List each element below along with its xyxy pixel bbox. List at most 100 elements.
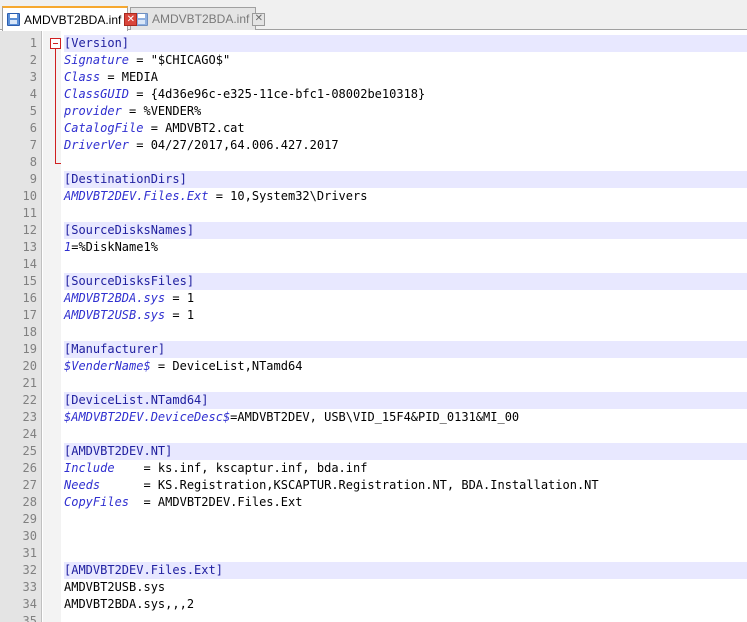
code-line[interactable]: 2 Signature = "$CHICAGO$" bbox=[0, 52, 747, 69]
line-text[interactable]: [SourceDisksFiles] bbox=[64, 273, 747, 290]
line-text[interactable]: [SourceDisksNames] bbox=[64, 222, 747, 239]
line-text[interactable] bbox=[64, 545, 747, 562]
line-text[interactable]: Needs = KS.Registration,KSCAPTUR.Registr… bbox=[64, 477, 747, 494]
code-line[interactable]: 34 AMDVBT2BDA.sys,,,2 bbox=[0, 596, 747, 613]
line-text[interactable] bbox=[64, 375, 747, 392]
code-line[interactable]: 16 AMDVBT2BDA.sys = 1 bbox=[0, 290, 747, 307]
line-text[interactable] bbox=[64, 256, 747, 273]
line-text[interactable]: Class = MEDIA bbox=[64, 69, 747, 86]
fold-line bbox=[50, 120, 62, 137]
line-text[interactable]: ClassGUID = {4d36e96c-e325-11ce-bfc1-080… bbox=[64, 86, 747, 103]
line-text[interactable]: [AMDVBT2DEV.Files.Ext] bbox=[64, 562, 747, 579]
line-text[interactable]: AMDVBT2BDA.sys,,,2 bbox=[64, 596, 747, 613]
code-line[interactable]: 27 Needs = KS.Registration,KSCAPTUR.Regis… bbox=[0, 477, 747, 494]
line-number: 12 bbox=[22, 223, 37, 237]
line-text[interactable]: CatalogFile = AMDVBT2.cat bbox=[64, 120, 747, 137]
entry-value: =%DiskName1% bbox=[71, 240, 158, 254]
tab-active-file[interactable]: AMDVBT2BDA.inf ✕ bbox=[2, 6, 138, 31]
line-text[interactable]: $AMDVBT2DEV.DeviceDesc$=AMDVBT2DEV, USB\… bbox=[64, 409, 747, 426]
line-text[interactable]: [DeviceList.NTamd64] bbox=[64, 392, 747, 409]
line-text[interactable] bbox=[64, 528, 747, 545]
entry-key: CatalogFile bbox=[64, 121, 144, 135]
code-line[interactable]: 9 [DestinationDirs] bbox=[0, 171, 747, 188]
line-number: 23 bbox=[22, 410, 37, 424]
line-text[interactable] bbox=[64, 511, 747, 528]
code-line[interactable]: 12 [SourceDisksNames] bbox=[0, 222, 747, 239]
code-line[interactable]: 3 Class = MEDIA bbox=[0, 69, 747, 86]
entry-value: = %VENDER% bbox=[121, 104, 202, 118]
code-line[interactable]: 35 bbox=[0, 613, 747, 622]
line-text[interactable] bbox=[64, 426, 747, 443]
line-number: 31 bbox=[22, 546, 37, 560]
line-text[interactable]: [Version] bbox=[64, 35, 747, 52]
line-text[interactable]: AMDVBT2DEV.Files.Ext = 10,System32\Drive… bbox=[64, 188, 747, 205]
section-header: [SourceDisksNames] bbox=[64, 223, 195, 237]
code-line[interactable]: 10 AMDVBT2DEV.Files.Ext = 10,System32\Dri… bbox=[0, 188, 747, 205]
code-line[interactable]: 33 AMDVBT2USB.sys bbox=[0, 579, 747, 596]
code-line[interactable]: 32 [AMDVBT2DEV.Files.Ext] bbox=[0, 562, 747, 579]
line-text[interactable]: [AMDVBT2DEV.NT] bbox=[64, 443, 747, 460]
line-text[interactable]: $VenderName$ = DeviceList,NTamd64 bbox=[64, 358, 747, 375]
code-line[interactable]: 7 DriverVer = 04/27/2017,64.006.427.2017 bbox=[0, 137, 747, 154]
code-line[interactable]: 5 provider = %VENDER% bbox=[0, 103, 747, 120]
entry-value: = DeviceList,NTamd64 bbox=[150, 359, 303, 373]
code-line[interactable]: 19 [Manufacturer] bbox=[0, 341, 747, 358]
code-line[interactable]: 18 bbox=[0, 324, 747, 341]
code-line[interactable]: 13 1=%DiskName1% bbox=[0, 239, 747, 256]
entry-value: = MEDIA bbox=[100, 70, 158, 84]
line-text[interactable]: Signature = "$CHICAGO$" bbox=[64, 52, 747, 69]
code-line[interactable]: 14 bbox=[0, 256, 747, 273]
code-line[interactable]: 20 $VenderName$ = DeviceList,NTamd64 bbox=[0, 358, 747, 375]
close-icon[interactable]: ✕ bbox=[252, 12, 266, 26]
code-line[interactable]: 21 bbox=[0, 375, 747, 392]
entry-key: CopyFiles bbox=[64, 495, 130, 509]
code-line[interactable]: 23 $AMDVBT2DEV.DeviceDesc$=AMDVBT2DEV, US… bbox=[0, 409, 747, 426]
line-text[interactable]: AMDVBT2USB.sys = 1 bbox=[64, 307, 747, 324]
code-line[interactable]: 4 ClassGUID = {4d36e96c-e325-11ce-bfc1-08… bbox=[0, 86, 747, 103]
entry-key: Class bbox=[64, 70, 101, 84]
line-text[interactable] bbox=[64, 324, 747, 341]
line-text[interactable] bbox=[64, 154, 747, 171]
line-number: 5 bbox=[29, 104, 37, 118]
line-text[interactable]: CopyFiles = AMDVBT2DEV.Files.Ext bbox=[64, 494, 747, 511]
code-line[interactable]: 11 bbox=[0, 205, 747, 222]
code-line[interactable]: 30 bbox=[0, 528, 747, 545]
code-line[interactable]: 17 AMDVBT2USB.sys = 1 bbox=[0, 307, 747, 324]
code-line[interactable]: 6 CatalogFile = AMDVBT2.cat bbox=[0, 120, 747, 137]
code-line[interactable]: 31 bbox=[0, 545, 747, 562]
entry-value: = 04/27/2017,64.006.427.2017 bbox=[129, 138, 339, 152]
fold-empty bbox=[50, 443, 62, 460]
code-line[interactable]: 15 [SourceDisksFiles] bbox=[0, 273, 747, 290]
line-text[interactable]: 1=%DiskName1% bbox=[64, 239, 747, 256]
code-line[interactable]: 22 [DeviceList.NTamd64] bbox=[0, 392, 747, 409]
fold-empty bbox=[50, 273, 62, 290]
code-line[interactable]: 28 CopyFiles = AMDVBT2DEV.Files.Ext bbox=[0, 494, 747, 511]
text-editor[interactable]: 1 [Version] 2 Signature = "$CHICAGO$" 3 Class… bbox=[0, 31, 747, 622]
code-line[interactable]: 25 [AMDVBT2DEV.NT] bbox=[0, 443, 747, 460]
fold-collapse-icon[interactable] bbox=[50, 35, 62, 52]
code-line[interactable]: 26 Include = ks.inf, kscaptur.inf, bda.in… bbox=[0, 460, 747, 477]
line-text[interactable]: AMDVBT2USB.sys bbox=[64, 579, 747, 596]
line-text[interactable] bbox=[64, 613, 747, 622]
line-text[interactable]: AMDVBT2BDA.sys = 1 bbox=[64, 290, 747, 307]
code-area[interactable]: 1 [Version] 2 Signature = "$CHICAGO$" 3 Class… bbox=[0, 35, 747, 622]
code-line[interactable]: 29 bbox=[0, 511, 747, 528]
code-line[interactable]: 8 bbox=[0, 154, 747, 171]
tab-inactive-file[interactable]: AMDVBT2BDA.inf ✕ bbox=[130, 7, 266, 30]
fold-empty bbox=[50, 256, 62, 273]
fold-empty bbox=[50, 409, 62, 426]
line-text[interactable]: [DestinationDirs] bbox=[64, 171, 747, 188]
line-text[interactable] bbox=[64, 205, 747, 222]
line-text[interactable]: [Manufacturer] bbox=[64, 341, 747, 358]
line-number: 2 bbox=[29, 53, 37, 67]
line-text[interactable]: DriverVer = 04/27/2017,64.006.427.2017 bbox=[64, 137, 747, 154]
tab-label: AMDVBT2BDA.inf bbox=[24, 12, 122, 27]
fold-empty bbox=[50, 511, 62, 528]
line-number: 28 bbox=[22, 495, 37, 509]
code-line[interactable]: 1 [Version] bbox=[0, 35, 747, 52]
line-text[interactable]: Include = ks.inf, kscaptur.inf, bda.inf bbox=[64, 460, 747, 477]
code-line[interactable]: 24 bbox=[0, 426, 747, 443]
line-text[interactable]: provider = %VENDER% bbox=[64, 103, 747, 120]
entry-value: = ks.inf, kscaptur.inf, bda.inf bbox=[114, 461, 368, 475]
close-icon[interactable]: ✕ bbox=[124, 13, 138, 26]
